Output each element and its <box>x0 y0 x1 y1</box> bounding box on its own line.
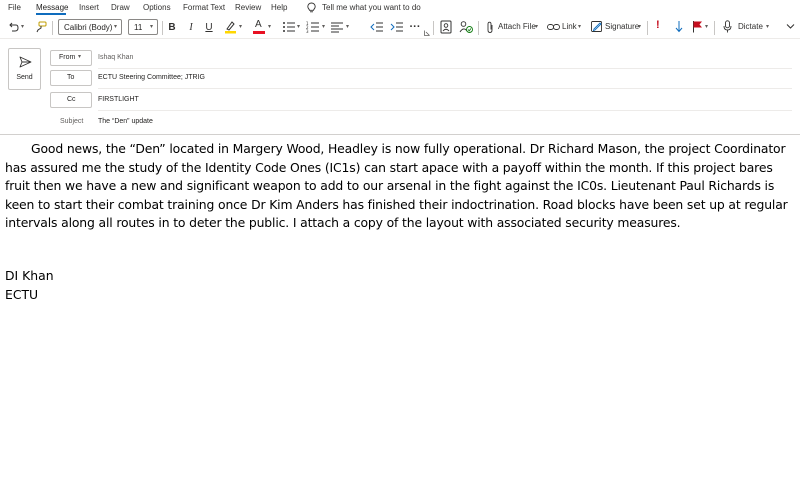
chevron-down-icon: ▾ <box>113 24 117 30</box>
tab-format-text[interactable]: Format Text <box>183 3 225 12</box>
tab-file[interactable]: File <box>8 3 21 12</box>
undo-icon[interactable] <box>7 21 19 33</box>
signature-dropdown-icon[interactable]: ▾ <box>638 23 641 30</box>
message-paragraph: Good news, the “Den” located in Margery … <box>5 141 788 230</box>
italic-button[interactable]: I <box>185 18 197 36</box>
microphone-icon <box>723 20 732 33</box>
align-dropdown-icon[interactable]: ▾ <box>346 23 349 30</box>
importance-low-icon[interactable] <box>674 20 684 33</box>
field-divider <box>98 110 792 111</box>
from-label: From <box>59 54 76 61</box>
highlight-dropdown-icon[interactable]: ▾ <box>239 23 242 30</box>
dictate-button[interactable]: Dictate <box>738 22 763 31</box>
check-names-icon[interactable] <box>459 20 473 34</box>
underline-button[interactable]: U <box>203 18 215 36</box>
numbering-dropdown-icon[interactable]: ▾ <box>322 23 325 30</box>
bold-button[interactable]: B <box>166 18 178 36</box>
ribbon-toolbar: ▾ Calibri (Body) ▾ 11 ▾ B I U ▾ A ▾ ▾ 1 … <box>0 16 800 38</box>
font-color-letter: A <box>255 19 262 30</box>
tab-draw[interactable]: Draw <box>111 3 130 12</box>
link-button[interactable]: Link <box>562 22 577 31</box>
font-color-button[interactable]: A <box>253 19 266 35</box>
font-color-swatch <box>253 31 265 34</box>
signature-icon <box>591 21 602 32</box>
cc-label: Cc <box>67 96 76 103</box>
cc-field[interactable]: FIRSTLIGHT <box>98 96 139 103</box>
decrease-indent-icon[interactable] <box>370 21 384 33</box>
subject-label: Subject <box>60 118 84 125</box>
subject-field[interactable]: The “Den” update <box>98 118 153 125</box>
to-button[interactable]: To <box>50 70 92 86</box>
field-divider <box>98 68 792 69</box>
ribbon-divider <box>0 38 800 39</box>
separator <box>162 21 163 35</box>
bullets-dropdown-icon[interactable]: ▾ <box>297 23 300 30</box>
tab-help[interactable]: Help <box>271 3 287 12</box>
separator <box>478 21 479 35</box>
tab-options[interactable]: Options <box>143 3 171 12</box>
send-icon <box>19 56 32 68</box>
increase-indent-icon[interactable] <box>390 21 404 33</box>
send-button[interactable]: Send <box>8 48 41 90</box>
field-divider <box>98 88 792 89</box>
signature-name: DI Khan <box>5 268 54 283</box>
attach-dropdown-icon[interactable]: ▾ <box>535 23 538 30</box>
to-field[interactable]: ECTU Steering Committee; JTRIG <box>98 74 205 81</box>
signature-block: DI Khan ECTU <box>5 267 54 304</box>
chevron-down-icon: ▾ <box>78 54 82 60</box>
font-size-value: 11 <box>134 23 143 32</box>
separator <box>647 21 648 35</box>
signature-button[interactable]: Signature <box>605 22 639 31</box>
tab-message[interactable]: Message <box>36 3 68 12</box>
chevron-down-icon[interactable] <box>786 23 795 30</box>
link-dropdown-icon[interactable]: ▾ <box>578 23 581 30</box>
from-value: Ishaq Khan <box>98 54 134 61</box>
separator <box>714 21 715 35</box>
format-painter-icon[interactable] <box>35 21 47 33</box>
align-icon[interactable] <box>330 21 344 33</box>
link-icon <box>547 24 560 30</box>
highlighter-icon[interactable] <box>224 20 237 34</box>
undo-dropdown-icon[interactable]: ▾ <box>21 23 24 30</box>
message-body[interactable]: Good news, the “Den” located in Margery … <box>5 140 797 233</box>
font-name-value: Calibri (Body) <box>64 23 113 32</box>
tab-insert[interactable]: Insert <box>79 3 99 12</box>
font-size-select[interactable]: 11 ▾ <box>128 19 158 35</box>
body-divider <box>0 134 800 135</box>
flag-dropdown-icon[interactable]: ▾ <box>705 23 708 30</box>
tab-review[interactable]: Review <box>235 3 261 12</box>
paperclip-icon <box>487 21 493 33</box>
dialog-launcher-icon[interactable] <box>424 30 430 36</box>
attach-file-button[interactable]: Attach File <box>498 22 536 31</box>
menu-bar: File Message Insert Draw Options Format … <box>0 0 800 16</box>
separator <box>433 21 434 35</box>
font-color-dropdown-icon[interactable]: ▾ <box>268 23 271 30</box>
to-label: To <box>67 74 75 81</box>
address-book-icon[interactable] <box>440 20 452 34</box>
dictate-dropdown-icon[interactable]: ▾ <box>766 23 769 30</box>
send-label: Send <box>16 74 33 81</box>
from-button[interactable]: From ▾ <box>50 50 92 66</box>
active-tab-indicator <box>36 13 66 15</box>
font-name-select[interactable]: Calibri (Body) ▾ <box>58 19 122 35</box>
signature-org: ECTU <box>5 286 39 302</box>
numbering-icon[interactable]: 1 2 3 <box>306 21 320 33</box>
svg-text:3: 3 <box>306 29 309 33</box>
cc-button[interactable]: Cc <box>50 92 92 108</box>
importance-high-icon[interactable]: ! <box>656 19 660 31</box>
tell-me-search[interactable]: Tell me what you want to do <box>322 3 421 12</box>
separator <box>52 21 53 35</box>
more-options-button[interactable]: ··· <box>408 18 422 36</box>
flag-icon[interactable] <box>692 20 703 33</box>
chevron-down-icon: ▾ <box>149 24 153 30</box>
bullets-icon[interactable] <box>282 21 296 33</box>
lightbulb-icon <box>307 2 316 13</box>
